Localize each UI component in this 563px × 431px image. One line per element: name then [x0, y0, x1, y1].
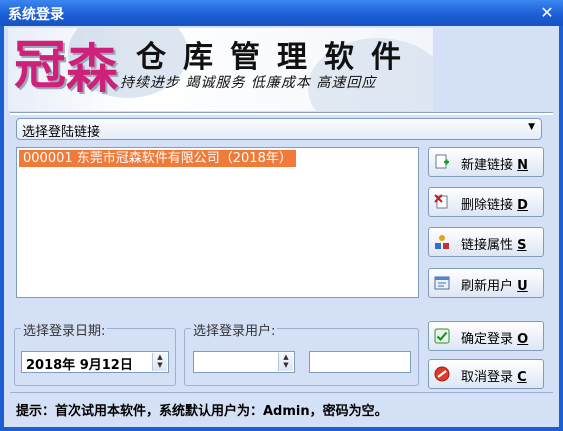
logo-char-2: 森 [66, 39, 119, 100]
password-field[interactable] [309, 351, 411, 373]
product-char: 软 [324, 40, 366, 75]
product-char: 库 [183, 40, 225, 75]
close-icon: ✕ [540, 3, 554, 22]
slogan: 持续进步 竭诚服务 低廉成本 高速回应 [120, 75, 377, 91]
refresh-users-label: 刷新用户 U [461, 279, 528, 294]
delete-link-icon [434, 194, 448, 209]
login-date-picker[interactable]: 2018年 9月12日 ▲ ▼ [21, 351, 169, 373]
login-date-value: 2018年 9月12日 [26, 358, 133, 373]
login-window: 系统登录 ✕ 冠 森 仓 库 管 理 软 件 持续进步 竭诚服务 低廉成本 高速… [0, 0, 563, 431]
date-group: 选择登录日期: 2018年 9月12日 ▲ ▼ [14, 320, 176, 386]
user-group: 选择登录用户: ▲ ▼ [184, 320, 419, 386]
confirm-icon [434, 328, 450, 344]
link-properties-label: 链接属性 S [461, 238, 527, 253]
hint-separator [10, 392, 553, 393]
confirm-login-label: 确定登录 O [461, 332, 529, 347]
close-button[interactable]: ✕ [537, 3, 557, 23]
delete-link-button[interactable]: 删除链接 D [428, 187, 544, 217]
new-link-icon [435, 154, 449, 169]
cancel-icon [434, 366, 450, 382]
title-bar[interactable]: 系统登录 ✕ [0, 0, 563, 26]
properties-icon [435, 235, 449, 249]
delete-link-label: 删除链接 D [461, 198, 528, 213]
logo-char-1: 冠 [14, 35, 67, 96]
connection-list[interactable]: 000001 东莞市冠森软件有限公司（2018年） [16, 147, 419, 298]
list-item[interactable]: 000001 东莞市冠森软件有限公司（2018年） [19, 150, 296, 167]
new-link-label: 新建链接 N [461, 158, 529, 173]
product-char: 管 [230, 40, 272, 75]
refresh-users-button[interactable]: 刷新用户 U [428, 268, 544, 298]
product-char: 理 [277, 40, 319, 75]
chevron-down-icon[interactable]: ▼ [528, 122, 535, 132]
link-properties-button[interactable]: 链接属性 S [428, 227, 544, 257]
user-group-label: 选择登录用户: [191, 320, 278, 339]
cancel-login-button[interactable]: 取消登录 C [428, 359, 544, 389]
date-group-label: 选择登录日期: [21, 320, 108, 339]
new-link-button[interactable]: 新建链接 N [428, 147, 544, 177]
product-char: 件 [371, 40, 413, 75]
product-char: 仓 [136, 40, 178, 75]
spinner-arrows-icon[interactable]: ▲ ▼ [278, 353, 293, 371]
divider [10, 112, 553, 115]
hint-text: 提示：首次试用本软件，系统默认用户为：Admin，密码为空。 [16, 404, 388, 419]
connection-select[interactable]: 选择登陆链接 ▼ [16, 118, 542, 140]
window-title: 系统登录 [8, 7, 64, 23]
client-area: 冠 森 仓 库 管 理 软 件 持续进步 竭诚服务 低廉成本 高速回应 选择登陆… [4, 26, 559, 427]
connection-select-value: 选择登陆链接 [22, 125, 101, 140]
spinner-arrows-icon[interactable]: ▲ ▼ [152, 353, 167, 371]
login-user-select[interactable]: ▲ ▼ [193, 351, 295, 373]
cancel-login-label: 取消登录 C [461, 370, 527, 385]
banner: 冠 森 仓 库 管 理 软 件 持续进步 竭诚服务 低廉成本 高速回应 [8, 28, 433, 111]
confirm-login-button[interactable]: 确定登录 O [428, 321, 544, 351]
refresh-users-icon [434, 276, 450, 290]
